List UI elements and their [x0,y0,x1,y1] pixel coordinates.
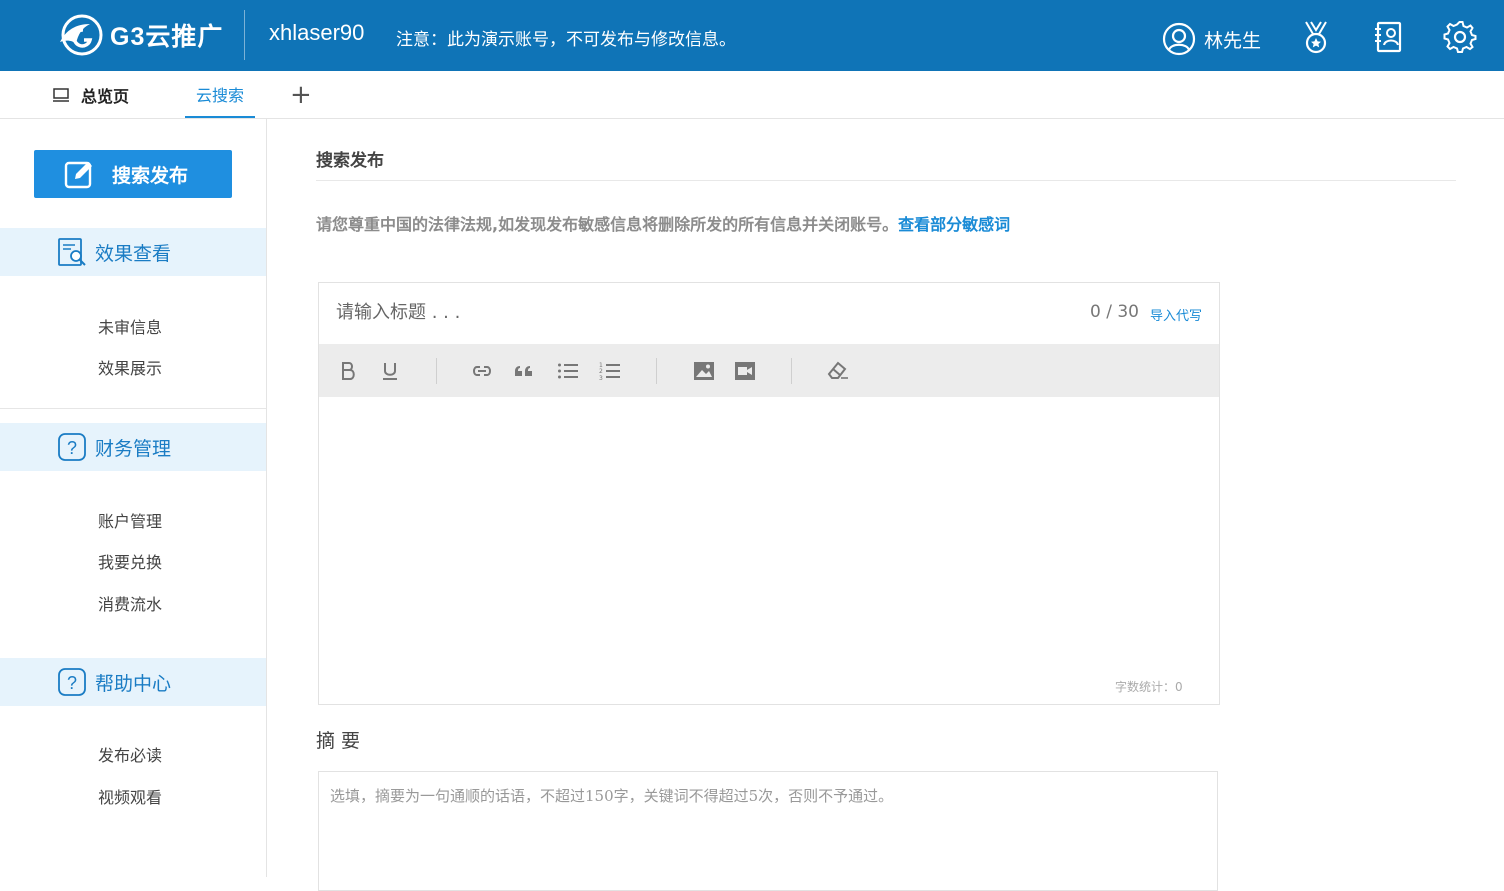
quote-button[interactable] [512,359,536,383]
image-button[interactable] [692,359,716,383]
sidebar-item-transactions[interactable]: 消费流水 [98,591,162,615]
section-finance-label: 财务管理 [95,437,172,460]
law-warning-text: 请您尊重中国的法律法规,如发现发布敏感信息将删除所发的所有信息并关闭账号。 [316,215,899,234]
summary-input[interactable] [330,785,1200,875]
contacts-icon [1375,21,1402,53]
bullet-list-button[interactable] [556,359,580,383]
eraser-icon [827,361,848,379]
toolbar-separator [436,358,437,384]
search-publish-button[interactable]: 搜索发布 [34,150,232,198]
user-name: 林先生 [1204,29,1262,52]
sidebar-item-exchange[interactable]: 我要兑换 [98,549,162,573]
sidebar-item-account[interactable]: 账户管理 [98,508,162,532]
tab-bar: 总览页 云搜索 + [0,71,1504,119]
svg-text:3: 3 [599,375,603,381]
search-publish-label: 搜索发布 [112,164,189,187]
underline-icon [383,363,397,380]
logo-mark-icon [60,14,103,56]
svg-text:?: ? [67,438,77,458]
word-count: 字数统计：0 [1115,680,1183,694]
toolbar-separator [656,358,657,384]
editor-toolbar: 1 2 3 [319,344,1219,397]
editor-body[interactable] [319,397,1219,667]
video-icon [735,362,755,380]
section-effect-view[interactable]: 效果查看 [0,228,266,276]
section-help-center[interactable]: ? 帮助中心 [0,658,266,706]
link-icon [473,366,491,376]
sensitive-words-link[interactable]: 查看部分敏感词 [898,215,1010,234]
toolbar-separator [791,358,792,384]
settings-button[interactable] [1443,20,1477,54]
top-header: G3云推广 xhlaser90 注意：此为演示账号，不可发布与修改信息。 林先生 [0,0,1504,71]
logo-text: G3云推广 [110,23,224,51]
svg-text:?: ? [67,673,77,693]
import-ghostwritten-link[interactable]: 导入代写 [1150,305,1202,324]
image-icon [694,362,714,380]
tab-overview[interactable]: 总览页 [53,71,129,118]
bold-icon [342,362,355,380]
contacts-button[interactable] [1371,20,1405,54]
monitor-icon [53,87,69,102]
account-name: xhlaser90 [269,20,365,45]
underline-button[interactable] [378,359,402,383]
question-icon: ? [58,668,86,696]
main-content: 搜索发布 请您尊重中国的法律法规,如发现发布敏感信息将删除所发的所有信息并关闭账… [267,119,1504,891]
add-tab-button[interactable]: + [290,71,312,118]
rich-text-editor: 0 / 30 导入代写 [318,282,1220,705]
sidebar-item-videos[interactable]: 视频观看 [98,784,162,808]
sidebar-item-effect-display[interactable]: 效果展示 [98,355,162,379]
logo[interactable]: G3云推广 [56,12,223,58]
question-icon: ? [58,433,86,461]
link-button[interactable] [470,359,494,383]
bullet-list-icon [558,363,578,379]
tab-cloud-search-label: 云搜索 [195,85,244,105]
report-search-icon [58,238,86,266]
title-char-counter: 0 / 30 [1090,302,1139,322]
summary-label: 摘 要 [316,730,361,752]
page-title: 搜索发布 [316,151,384,171]
sidebar-item-publish-guide[interactable]: 发布必读 [98,742,162,766]
quote-icon [515,366,532,376]
title-divider [316,180,1456,181]
edit-icon [64,161,92,189]
medal-icon [1305,21,1327,54]
bold-button[interactable] [336,359,360,383]
header-divider [244,10,245,60]
user-icon [1162,22,1196,56]
video-button[interactable] [733,359,757,383]
svg-text:2: 2 [599,368,603,375]
sidebar-divider [0,408,266,409]
tab-cloud-search[interactable]: 云搜索 [185,71,255,118]
demo-notice: 注意：此为演示账号，不可发布与修改信息。 [396,30,736,50]
section-finance[interactable]: ? 财务管理 [0,423,266,471]
medal-button[interactable] [1299,20,1333,54]
title-input[interactable] [336,302,1036,323]
user-menu[interactable]: 林先生 [1162,22,1261,56]
numbered-list-icon: 1 2 3 [599,362,620,381]
gear-icon [1443,21,1477,53]
law-warning: 请您尊重中国的法律法规,如发现发布敏感信息将删除所发的所有信息并关闭账号。查看部… [316,211,1010,235]
sidebar: 搜索发布 效果查看 未审信息 效果展示 ? 财务管理 账户管理 我要兑换 消费流… [0,119,267,877]
tab-overview-label: 总览页 [81,86,130,106]
section-help-center-label: 帮助中心 [95,672,172,695]
clear-format-button[interactable] [826,359,850,383]
plus-icon: + [290,79,312,110]
section-effect-view-label: 效果查看 [95,242,172,265]
summary-box [318,771,1218,891]
numbered-list-button[interactable]: 1 2 3 [598,359,622,383]
sidebar-item-unreviewed[interactable]: 未审信息 [98,314,162,338]
